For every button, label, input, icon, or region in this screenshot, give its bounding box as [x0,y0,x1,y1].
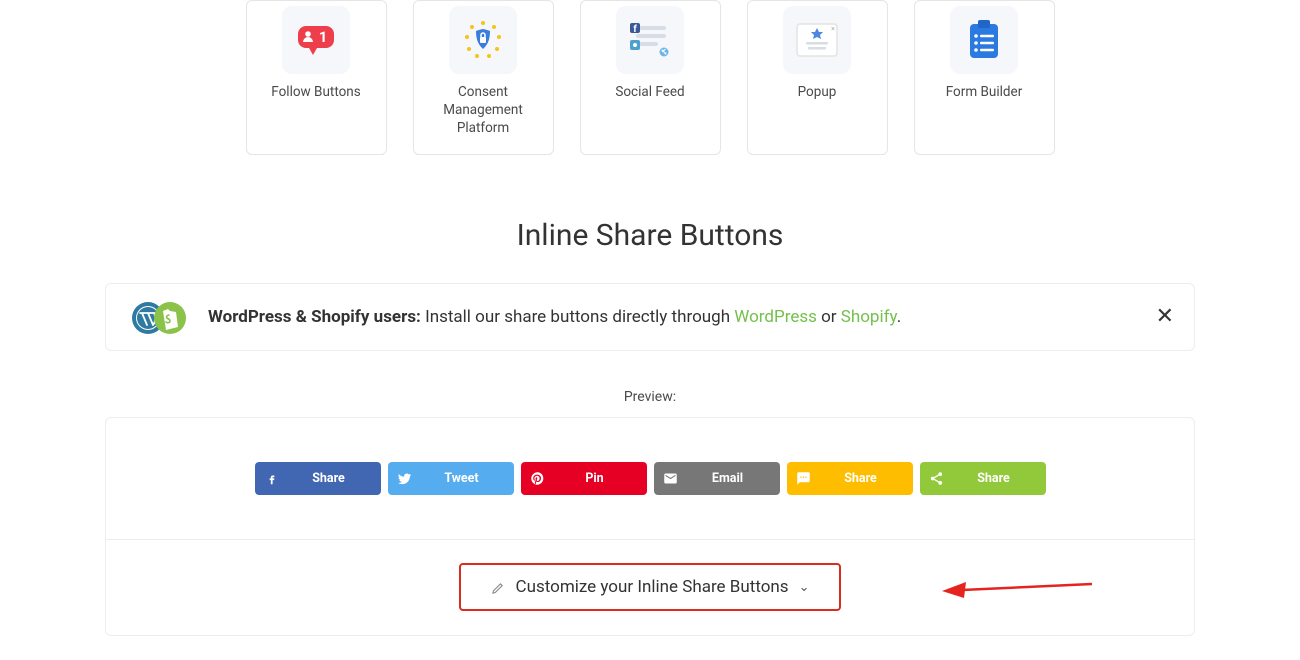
section-title: Inline Share Buttons [105,218,1195,253]
tool-tile-form-builder[interactable]: Form Builder [914,0,1055,155]
share-facebook[interactable]: Share [255,462,381,495]
share-sharethis[interactable]: Share [920,462,1046,495]
tool-label: Social Feed [609,83,690,101]
platform-notice: WordPress & Shopify users: Install our s… [105,283,1195,351]
notice-or: or [817,307,841,327]
twitter-icon [388,471,422,486]
preview-box: Share Tweet Pin Email Share Share [105,417,1195,636]
svg-text:f: f [633,24,637,35]
share-twitter[interactable]: Tweet [388,462,514,495]
tool-label: Form Builder [940,83,1029,101]
share-label: Pin [555,471,647,486]
tool-label: Popup [792,83,843,101]
follow-icon: 1 [282,6,350,74]
svg-text:×: × [831,25,835,33]
sms-icon [787,471,821,486]
close-icon[interactable]: ✕ [1156,306,1174,328]
customize-label: Customize your Inline Share Buttons [516,577,789,597]
notice-before: Install our share buttons directly throu… [421,307,734,327]
arrow-annotation [942,574,1092,602]
chevron-down-icon: ⌄ [799,580,810,595]
share-label: Email [688,471,780,486]
facebook-icon [255,472,289,486]
share-sms[interactable]: Share [787,462,913,495]
svg-text:1: 1 [319,28,328,46]
preview-label: Preview: [105,389,1195,405]
tool-tile-popup[interactable]: × Popup [747,0,888,155]
popup-icon: × [783,6,851,74]
sharethis-icon [920,471,954,486]
tool-tile-consent[interactable]: Consent Management Platform [413,0,554,155]
notice-bold: WordPress & Shopify users: [208,307,421,327]
tool-label: Consent Management Platform [414,83,553,138]
consent-icon [449,6,517,74]
form-builder-icon [950,6,1018,74]
tool-tile-social-feed[interactable]: f Social Feed [580,0,721,155]
notice-period: . [897,307,901,327]
shopify-link[interactable]: Shopify [841,307,897,327]
tool-label: Follow Buttons [265,83,366,101]
share-label: Tweet [422,471,514,486]
platform-icons [130,299,188,335]
share-label: Share [289,471,381,486]
share-button-row: Share Tweet Pin Email Share Share [106,418,1194,540]
pinterest-icon [521,471,555,486]
share-pinterest[interactable]: Pin [521,462,647,495]
email-icon [654,471,688,486]
share-label: Share [954,471,1046,486]
wordpress-link[interactable]: WordPress [734,307,817,327]
customize-button[interactable]: Customize your Inline Share Buttons ⌄ [459,563,842,611]
tool-tile-follow-buttons[interactable]: 1 Follow Buttons [246,0,387,155]
share-email[interactable]: Email [654,462,780,495]
pencil-icon [491,580,506,595]
notice-text: WordPress & Shopify users: Install our s… [208,307,901,327]
social-feed-icon: f [616,6,684,74]
share-label: Share [821,471,913,486]
